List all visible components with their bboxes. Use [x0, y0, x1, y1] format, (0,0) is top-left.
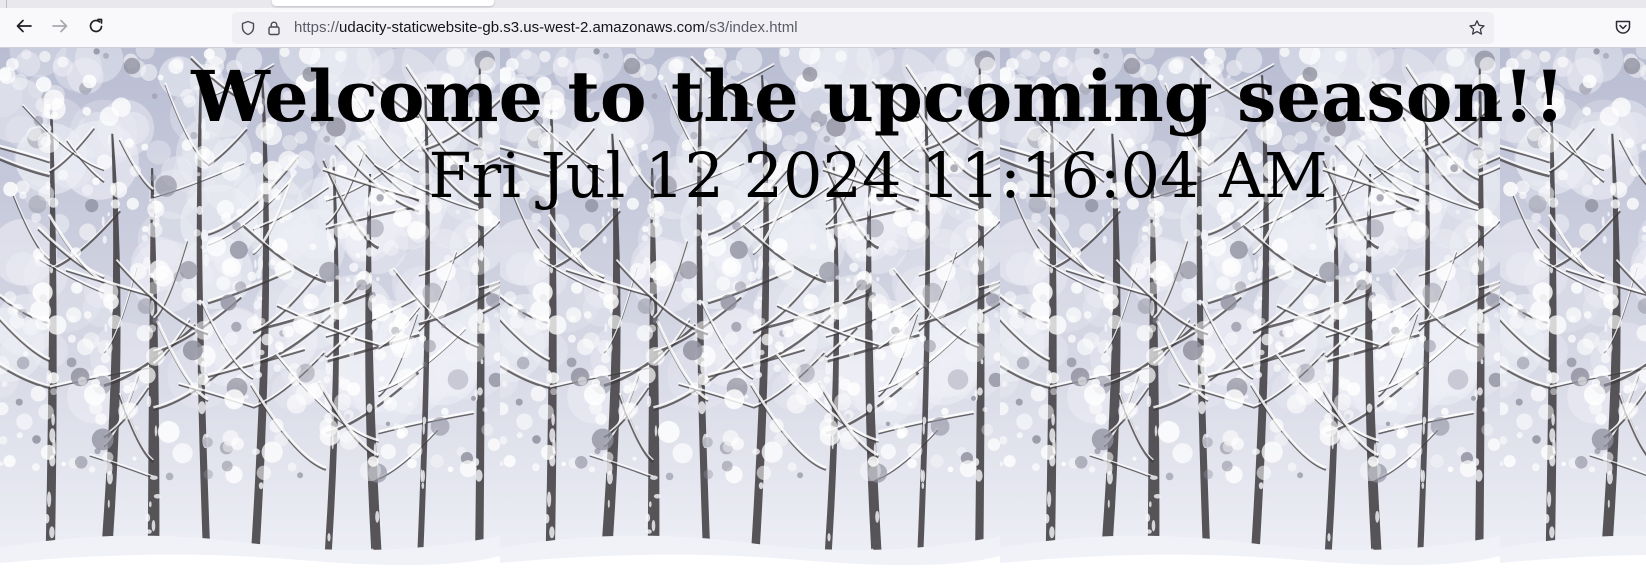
padlock-icon[interactable] — [266, 20, 282, 36]
bookmark-star-icon[interactable] — [1468, 19, 1486, 37]
browser-toolbar: https://udacity-staticwebsite-gb.s3.us-w… — [0, 0, 1646, 48]
arrow-left-icon — [16, 19, 32, 33]
url-text[interactable]: https://udacity-staticwebsite-gb.s3.us-w… — [294, 19, 798, 37]
web-page-viewport: Welcome to the upcoming season!! Fri Jul… — [0, 48, 1646, 587]
welcome-heading: Welcome to the upcoming season!! — [191, 55, 1565, 138]
url-path: /s3/index.html — [705, 19, 798, 36]
pocket-icon[interactable] — [1612, 16, 1634, 38]
current-datetime: Fri Jul 12 2024 11:16:04 AM — [428, 139, 1328, 212]
forward-button[interactable] — [47, 13, 73, 39]
url-host: udacity-staticwebsite-gb.s3.us-west-2.am… — [339, 19, 706, 36]
url-scheme: https:// — [294, 19, 340, 36]
arrow-right-icon — [52, 19, 68, 33]
tracking-protection-shield-icon[interactable] — [240, 20, 256, 36]
active-tab[interactable] — [272, 0, 494, 6]
tab-divider — [6, 0, 7, 8]
address-bar[interactable]: https://udacity-staticwebsite-gb.s3.us-w… — [232, 12, 1494, 44]
reload-button[interactable] — [83, 13, 109, 39]
reload-icon — [89, 18, 103, 33]
back-button[interactable] — [11, 13, 37, 39]
tab-strip — [0, 0, 1646, 8]
